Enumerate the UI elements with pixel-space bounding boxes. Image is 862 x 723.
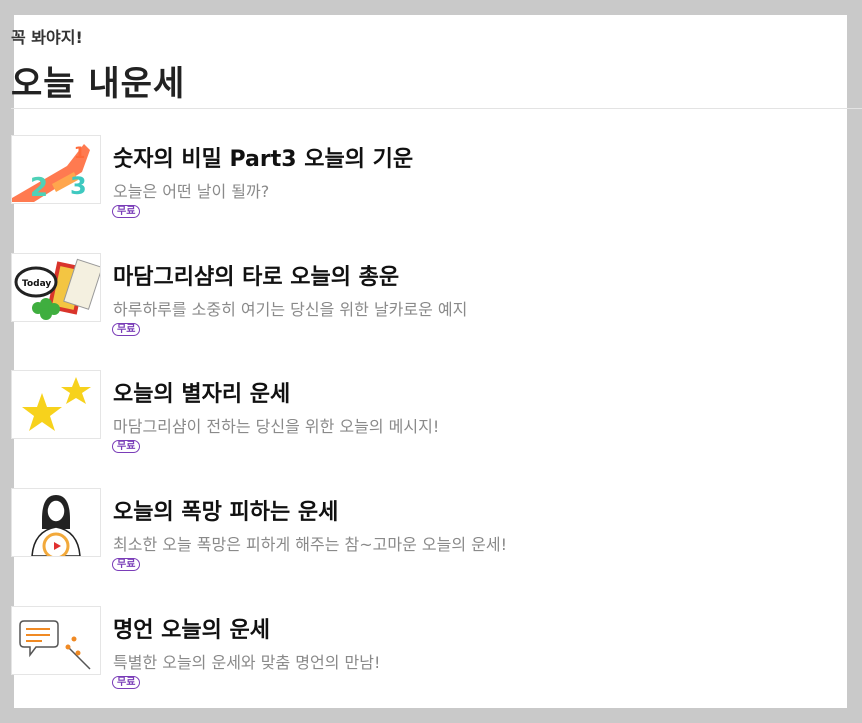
numbers-123-icon: 2 3 1 [11, 135, 101, 204]
item-title: 마담그리샴의 타로 오늘의 총운 [113, 265, 400, 290]
speech-bubble-pen-icon [11, 606, 101, 675]
free-badge: 무료 [112, 323, 141, 336]
page-title: 오늘 내운세 [11, 64, 186, 104]
free-badge: 무료 [112, 440, 141, 453]
section-eyebrow: 꼭 봐야지! [11, 28, 83, 47]
item-title: 오늘의 별자리 운세 [113, 382, 291, 407]
list-item[interactable]: Today 마담그리샴의 타로 오늘의 총운 하루하루를 소중히 여기는 당신을… [11, 253, 841, 353]
item-description: 마담그리샴이 전하는 당신을 위한 오늘의 메시지! [113, 417, 440, 436]
section-header: 꼭 봐야지! 오늘 내운세 [0, 0, 862, 104]
item-description: 최소한 오늘 폭망은 피하게 해주는 참~고마운 오늘의 운세! [113, 535, 507, 554]
item-title: 명언 오늘의 운세 [113, 618, 270, 643]
item-description: 하루하루를 소중히 여기는 당신을 위한 날카로운 예지 [113, 300, 468, 319]
yellow-stars-icon [11, 370, 101, 439]
list-item[interactable]: 오늘의 별자리 운세 마담그리샴이 전하는 당신을 위한 오늘의 메시지! 무료 [11, 370, 841, 470]
header-divider [11, 108, 862, 109]
woman-with-compass-icon [11, 488, 101, 557]
svg-text:3: 3 [70, 172, 87, 200]
content-panel [14, 15, 847, 708]
item-title: 숫자의 비밀 Part3 오늘의 기운 [113, 147, 414, 172]
svg-text:1: 1 [74, 143, 85, 162]
today-thumbnail-text: Today [22, 279, 51, 289]
item-title: 오늘의 폭망 피하는 운세 [113, 500, 339, 525]
item-description: 특별한 오늘의 운세와 맞춤 명언의 만남! [113, 653, 381, 672]
list-item[interactable]: 2 3 1 숫자의 비밀 Part3 오늘의 기운 오늘은 어떤 날이 될까? … [11, 135, 841, 235]
list-item[interactable]: 명언 오늘의 운세 특별한 오늘의 운세와 맞춤 명언의 만남! 무료 [11, 606, 841, 706]
today-tarot-clover-icon: Today [11, 253, 101, 322]
svg-text:2: 2 [30, 173, 48, 203]
free-badge: 무료 [112, 558, 141, 571]
item-description: 오늘은 어떤 날이 될까? [113, 182, 270, 201]
free-badge: 무료 [112, 205, 141, 218]
free-badge: 무료 [112, 676, 141, 689]
list-item[interactable]: 오늘의 폭망 피하는 운세 최소한 오늘 폭망은 피하게 해주는 참~고마운 오… [11, 488, 841, 588]
